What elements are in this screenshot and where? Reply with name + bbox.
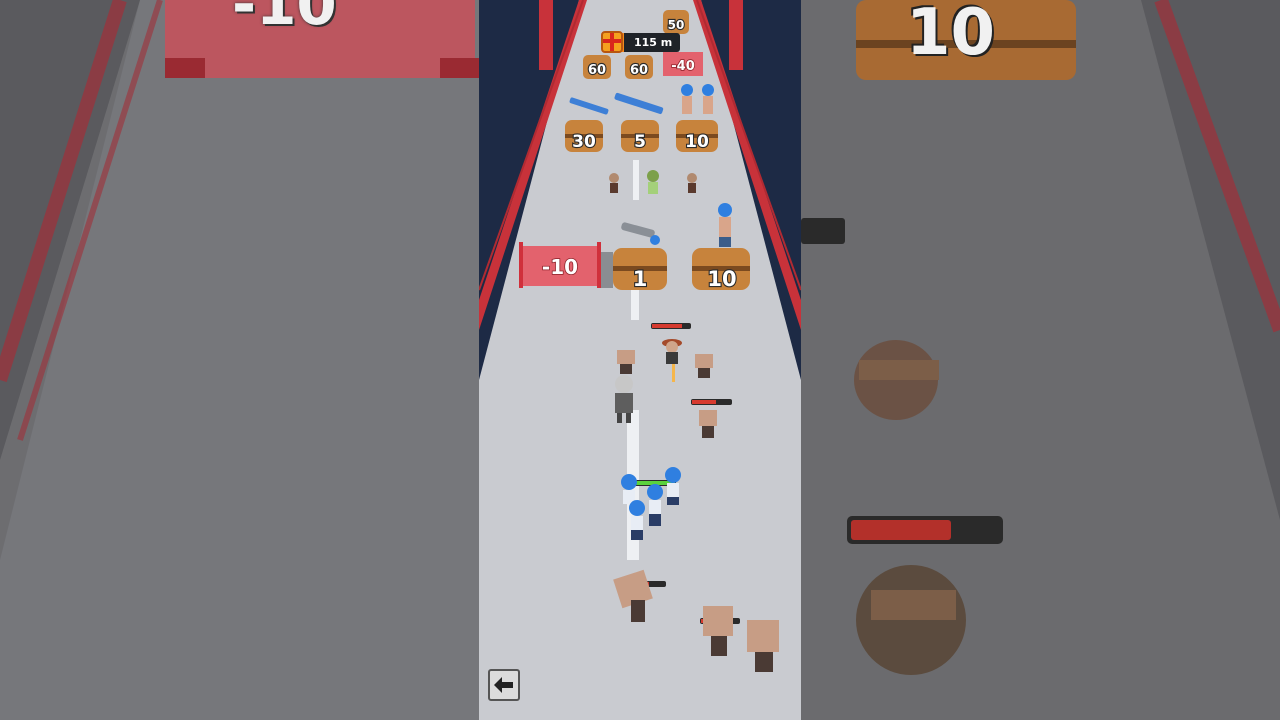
barrel-far-1: 50	[663, 10, 689, 34]
soldier-pickup	[718, 203, 732, 247]
enemy-health-bar	[691, 399, 732, 405]
svg-text:10: 10	[707, 267, 736, 291]
barrel-10-upper: 10	[676, 120, 718, 153]
svg-text:5: 5	[634, 132, 646, 152]
enemy-health-bar	[651, 323, 691, 329]
left-panel-gate-value: -10	[232, 0, 337, 38]
right-background-panel: 10	[801, 0, 1280, 720]
distance-value: 115 m	[619, 32, 681, 52]
barrel-60-left: 60	[583, 55, 611, 79]
left-background-panel: -10	[0, 0, 479, 720]
lane-mark	[633, 160, 639, 200]
svg-text:-10: -10	[542, 255, 578, 279]
gate-minus-10: -10	[519, 242, 601, 288]
gate-minus-40: -40	[663, 52, 703, 76]
svg-text:50: 50	[668, 18, 685, 32]
barrel-60-center: 60	[625, 55, 653, 79]
svg-text:30: 30	[572, 132, 596, 152]
right-panel-barrel-value: 10	[906, 0, 996, 70]
svg-text:10: 10	[685, 132, 709, 152]
left-background-scene	[0, 0, 479, 720]
svg-text:60: 60	[588, 63, 606, 78]
back-button[interactable]	[488, 669, 520, 701]
svg-text:-40: -40	[671, 59, 695, 74]
enemy-small	[609, 173, 619, 193]
svg-text:60: 60	[630, 63, 648, 78]
svg-text:1: 1	[633, 267, 648, 291]
right-tower	[729, 0, 743, 70]
game-viewport[interactable]: 50 60 60 -40 30 5 10 -10 1 10 115 m	[479, 0, 801, 720]
lane-mark	[631, 290, 639, 320]
left-tower	[539, 0, 553, 70]
game-scene: 50 60 60 -40 30 5 10 -10 1 10	[479, 0, 801, 720]
zombie-small	[647, 170, 659, 194]
barrel-10-lower: 10	[692, 248, 750, 292]
barrel-1: 1	[613, 248, 667, 292]
barrel-30: 30	[565, 120, 603, 153]
back-arrow-icon	[494, 677, 513, 693]
distance-hud: 115 m	[601, 31, 681, 53]
right-background-scene	[801, 0, 1280, 720]
enemy-small	[687, 173, 697, 193]
gift-icon[interactable]	[601, 31, 623, 53]
barrel-5: 5	[621, 120, 659, 153]
bullet-trail	[672, 364, 675, 382]
